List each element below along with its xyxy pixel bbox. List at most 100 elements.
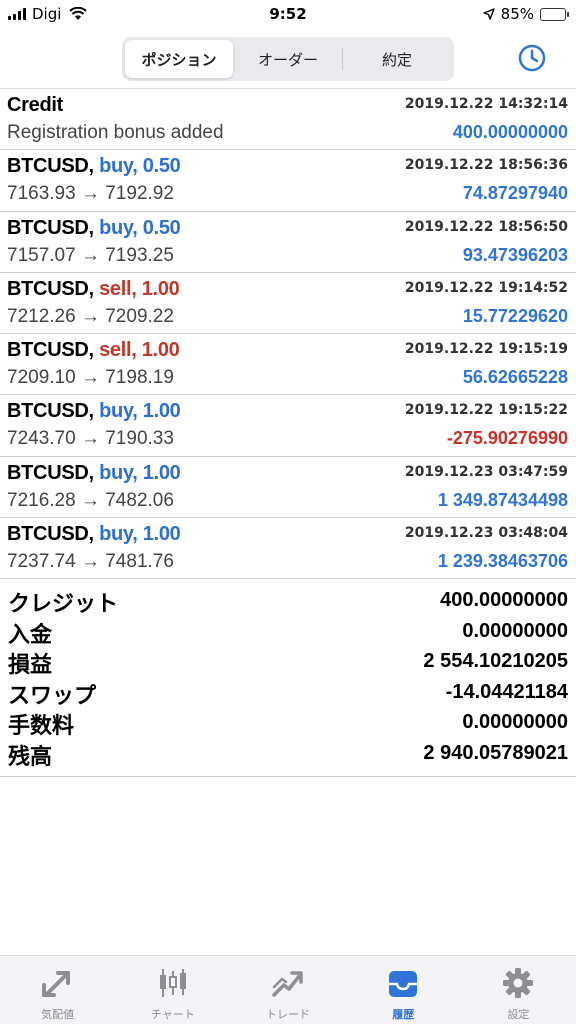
deal-date: 2019.12.22 19:14:52 — [404, 279, 568, 296]
deal-profit: 400.00000000 — [452, 122, 568, 142]
summary-value: 2 940.05789021 — [423, 741, 568, 764]
deal-row[interactable]: BTCUSD, buy, 1.00 2019.12.23 03:47:59 7216… — [0, 457, 576, 519]
summary-row: 手数料 0.00000000 — [0, 708, 576, 739]
deal-symbol-name: BTCUSD, — [7, 277, 94, 300]
deal-prices: 7237.74 → 7481.76 — [7, 551, 174, 573]
summary-row: 入金 0.00000000 — [0, 617, 576, 648]
deal-row[interactable]: BTCUSD, sell, 1.00 2019.12.22 19:15:19 720… — [0, 334, 576, 396]
deal-prices: 7216.28 → 7482.06 — [7, 489, 174, 511]
deal-side-volume: buy, 1.00 — [99, 523, 181, 546]
tabbar-trade[interactable]: トレード — [230, 956, 345, 1024]
segmented-control: ポジション オーダー 約定 — [122, 37, 454, 81]
history-tray-icon — [389, 971, 418, 997]
deal-prices: 7243.70 → 7190.33 — [7, 428, 174, 450]
deal-prices: 7163.93 → 7192.92 — [7, 183, 174, 205]
deal-symbol: BTCUSD, buy, 1.00 — [7, 461, 181, 485]
tabbar-chart-label: チャート — [150, 1008, 195, 1021]
deal-date: 2019.12.22 18:56:36 — [404, 157, 568, 174]
summary-row: クレジット 400.00000000 — [0, 586, 576, 617]
status-right: 85% — [482, 5, 569, 23]
deal-symbol-name: BTCUSD, — [7, 400, 94, 423]
summary-value: 0.00000000 — [462, 711, 568, 733]
gear-icon — [503, 968, 534, 998]
deal-symbol: BTCUSD, buy, 1.00 — [7, 523, 181, 546]
summary-row: 残高 2 940.05789021 — [0, 739, 576, 770]
deal-row[interactable]: BTCUSD, buy, 0.50 2019.12.22 18:56:50 7157… — [0, 212, 576, 273]
deal-symbol-name: BTCUSD, — [7, 523, 94, 546]
summary-label: 損益 — [8, 653, 53, 678]
deal-date: 2019.12.22 14:32:14 — [404, 96, 568, 112]
summary-label: スワップ — [8, 683, 97, 709]
summary-divider — [0, 776, 576, 777]
deal-symbol-name: Credit — [7, 94, 63, 116]
deal-symbol-name: BTCUSD, — [7, 155, 94, 178]
deal-row[interactable]: BTCUSD, sell, 1.00 2019.12.22 19:14:52 721… — [0, 273, 576, 335]
tabbar-quotes-label: 気配値 — [41, 1008, 75, 1021]
deal-symbol: BTCUSD, sell, 1.00 — [7, 277, 180, 301]
deal-row[interactable]: Credit 2019.12.22 14:32:14 Registration bo… — [0, 89, 576, 151]
deal-prices: 7157.07 → 7193.25 — [7, 244, 174, 266]
deal-side-volume: sell, 1.00 — [99, 339, 180, 362]
deal-side-volume: buy, 0.50 — [99, 155, 181, 178]
trade-trend-icon — [272, 971, 303, 997]
deal-symbol-name: BTCUSD, — [7, 216, 94, 239]
clock-icon[interactable] — [517, 43, 547, 73]
deal-side-volume: buy, 1.00 — [99, 461, 181, 484]
summary-row: スワップ -14.04421184 — [0, 678, 576, 709]
deal-row[interactable]: BTCUSD, buy, 1.00 2019.12.22 19:15:22 7243… — [0, 395, 576, 457]
summary-value: -14.04421184 — [445, 680, 568, 703]
candlestick-chart-icon — [159, 969, 186, 997]
deal-date: 2019.12.23 03:48:04 — [404, 525, 568, 542]
deal-profit: 93.47396203 — [462, 244, 568, 265]
summary-label: 入金 — [8, 622, 53, 648]
tabbar-settings-label: 設定 — [507, 1008, 530, 1021]
tabbar-trade-label: トレード — [266, 1008, 310, 1021]
deal-side-volume: buy, 0.50 — [99, 216, 181, 239]
summary-value: 0.00000000 — [462, 619, 568, 642]
summary-value: 400.00000000 — [440, 589, 568, 611]
tabbar-chart[interactable]: チャート — [115, 956, 230, 1024]
deal-date: 2019.12.22 18:56:50 — [404, 218, 568, 235]
tab-orders[interactable]: オーダー — [234, 40, 342, 78]
summary-section: クレジット 400.00000000 入金 0.00000000 損益 2 554.102… — [0, 586, 576, 770]
tabbar-history-label: 履歴 — [392, 1008, 415, 1021]
deal-profit: 1 349.87434498 — [437, 489, 568, 510]
summary-label: クレジット — [8, 592, 119, 617]
deal-profit: 15.77229620 — [462, 305, 568, 326]
deal-symbol: BTCUSD, buy, 1.00 — [7, 400, 181, 423]
deal-row[interactable]: BTCUSD, buy, 1.00 2019.12.23 03:48:04 7237… — [0, 518, 576, 580]
deal-symbol-name: BTCUSD, — [7, 339, 94, 362]
deal-symbol-name: BTCUSD, — [7, 461, 94, 484]
tabbar-history[interactable]: 履歴 — [346, 956, 461, 1024]
deal-side-volume: buy, 1.00 — [99, 400, 181, 423]
tab-deals[interactable]: 約定 — [343, 40, 451, 78]
status-bar: Digi 9:52 85% — [0, 0, 576, 30]
deal-symbol: BTCUSD, buy, 0.50 — [7, 155, 181, 178]
deal-symbol: Credit — [7, 94, 63, 117]
battery-icon — [540, 7, 569, 21]
summary-label: 残高 — [8, 744, 53, 770]
deal-date: 2019.12.23 03:47:59 — [404, 463, 568, 480]
tabbar-quotes[interactable]: 気配値 — [0, 956, 115, 1024]
deals-list: Credit 2019.12.22 14:32:14 Registration bo… — [0, 89, 576, 580]
deal-row[interactable]: BTCUSD, buy, 0.50 2019.12.22 18:56:36 7163… — [0, 150, 576, 212]
deal-profit: 56.62665228 — [462, 367, 568, 388]
deal-symbol: BTCUSD, buy, 0.50 — [7, 216, 181, 240]
deal-symbol: BTCUSD, sell, 1.00 — [7, 339, 180, 362]
tabbar-settings[interactable]: 設定 — [461, 956, 576, 1024]
bottom-tab-bar: 気配値 チャート トレード 履歴 設定 — [0, 955, 576, 1024]
deal-prices: 7209.10 → 7198.19 — [7, 367, 174, 389]
deal-prices: Registration bonus added — [7, 122, 224, 143]
summary-value: 2 554.10210205 — [423, 650, 568, 672]
deal-date: 2019.12.22 19:15:19 — [404, 341, 568, 358]
summary-label: 手数料 — [8, 714, 75, 739]
deal-side-volume: sell, 1.00 — [99, 277, 180, 300]
quotes-arrows-icon — [41, 971, 70, 997]
deal-profit: -275.90276990 — [446, 428, 568, 449]
deal-profit: 74.87297940 — [462, 183, 568, 204]
location-arrow-icon — [482, 8, 495, 20]
tab-positions[interactable]: ポジション — [125, 40, 233, 78]
deal-date: 2019.12.22 19:15:22 — [404, 402, 568, 419]
deal-prices: 7212.26 → 7209.22 — [7, 305, 174, 327]
summary-row: 損益 2 554.10210205 — [0, 647, 576, 678]
